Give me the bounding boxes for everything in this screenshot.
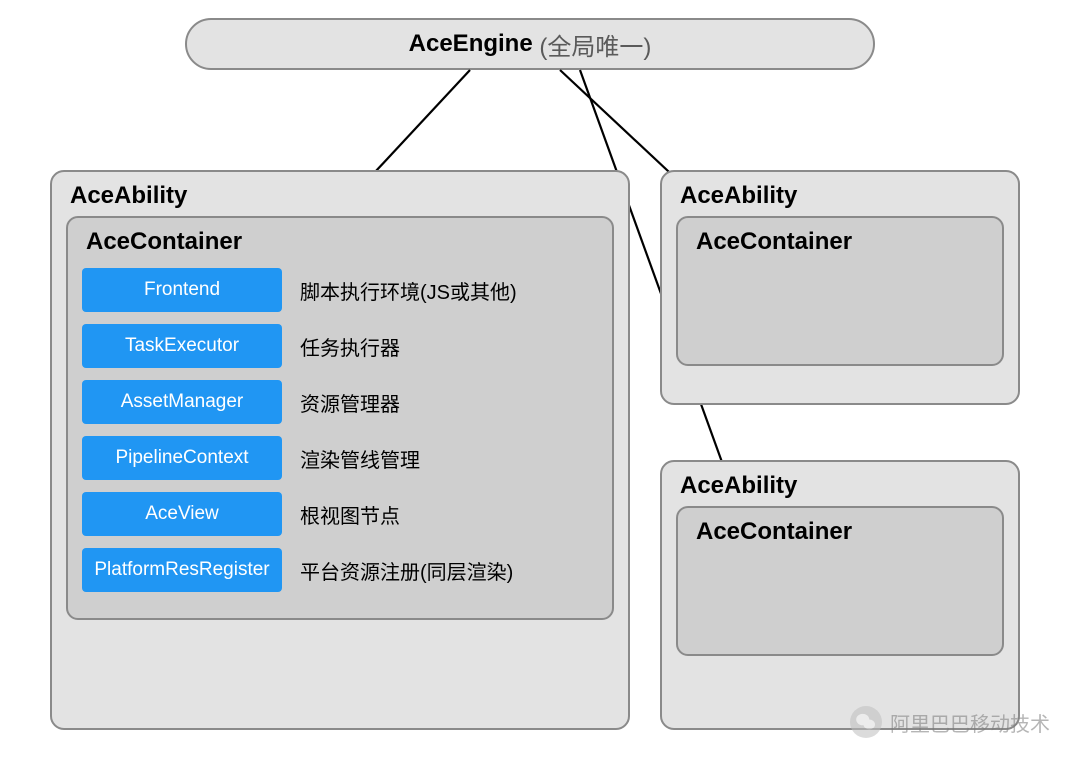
component-desc: 平台资源注册(同层渲染) <box>300 556 513 585</box>
component-row: Frontend 脚本执行环境(JS或其他) <box>82 268 598 312</box>
ace-ability-title: AceAbility <box>676 472 1004 500</box>
component-row: TaskExecutor 任务执行器 <box>82 324 598 368</box>
component-name-box: PlatformResRegister <box>82 548 282 592</box>
ace-container-title: AceContainer <box>82 228 598 256</box>
ace-container-top-right: AceContainer <box>676 216 1004 366</box>
ace-ability-title: AceAbility <box>66 182 614 210</box>
ace-container-title: AceContainer <box>692 228 988 256</box>
component-name-box: AceView <box>82 492 282 536</box>
component-desc: 资源管理器 <box>300 388 400 417</box>
component-name-box: AssetManager <box>82 380 282 424</box>
component-desc: 根视图节点 <box>300 500 400 529</box>
component-desc: 脚本执行环境(JS或其他) <box>300 276 517 305</box>
component-name-box: TaskExecutor <box>82 324 282 368</box>
component-row: PipelineContext 渲染管线管理 <box>82 436 598 480</box>
component-row: AssetManager 资源管理器 <box>82 380 598 424</box>
ace-engine-title: AceEngine <box>409 30 533 58</box>
component-desc: 任务执行器 <box>300 332 400 361</box>
ace-engine-note: (全局唯一) <box>539 27 651 62</box>
ace-engine-box: AceEngine (全局唯一) <box>185 18 875 70</box>
ace-container-bottom-right: AceContainer <box>676 506 1004 656</box>
component-name-box: PipelineContext <box>82 436 282 480</box>
wechat-icon <box>850 706 882 738</box>
ace-ability-title: AceAbility <box>676 182 1004 210</box>
ace-container-title: AceContainer <box>692 518 988 546</box>
component-row: PlatformResRegister 平台资源注册(同层渲染) <box>82 548 598 592</box>
component-name-box: Frontend <box>82 268 282 312</box>
component-desc: 渲染管线管理 <box>300 444 420 473</box>
ace-ability-bottom-right: AceAbility AceContainer <box>660 460 1020 730</box>
component-row: AceView 根视图节点 <box>82 492 598 536</box>
watermark-text: 阿里巴巴移动技术 <box>890 708 1050 737</box>
ace-ability-top-right: AceAbility AceContainer <box>660 170 1020 405</box>
ace-ability-main: AceAbility AceContainer Frontend 脚本执行环境(J… <box>50 170 630 730</box>
watermark: 阿里巴巴移动技术 <box>850 706 1050 738</box>
components-list: Frontend 脚本执行环境(JS或其他) TaskExecutor 任务执行器 As… <box>82 268 598 592</box>
ace-container-main: AceContainer Frontend 脚本执行环境(JS或其他) TaskEx… <box>66 216 614 620</box>
